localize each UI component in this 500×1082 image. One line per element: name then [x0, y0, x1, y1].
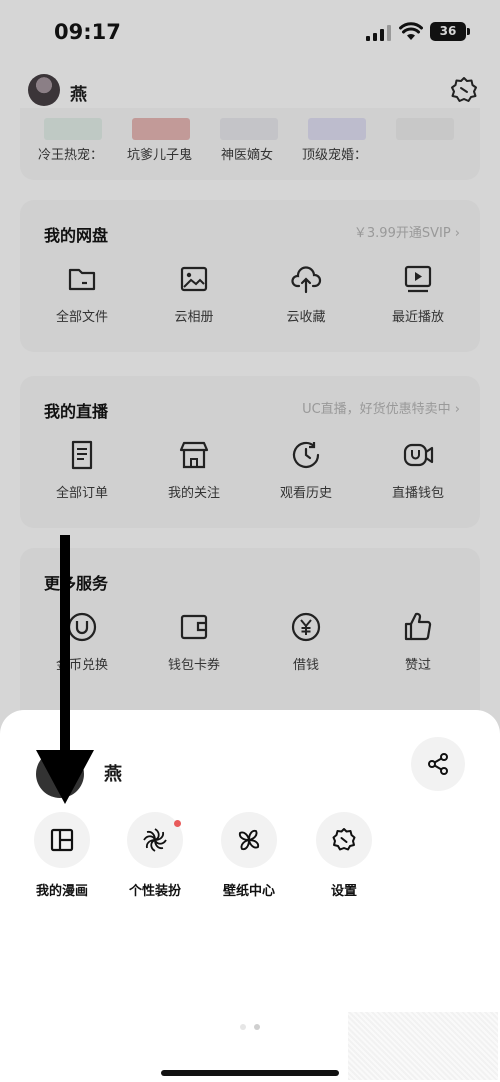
live-wallet-button[interactable]: 直播钱包 — [363, 438, 473, 501]
comic-panels-icon — [50, 828, 74, 852]
page-indicator-dot — [240, 1024, 246, 1030]
borrow-money-button[interactable]: 借钱 — [251, 610, 361, 673]
item-label: 我的关注 — [167, 486, 220, 501]
comic-thumbnail[interactable] — [396, 118, 454, 140]
item-label: 借钱 — [292, 658, 319, 673]
my-follows-button[interactable]: 我的关注 — [139, 438, 249, 501]
user-name[interactable]: 燕 — [70, 80, 87, 105]
wallpaper-icon-circle — [221, 812, 277, 868]
theme-knot-icon — [143, 828, 167, 852]
thumbs-up-icon — [404, 612, 432, 641]
settings-icon-circle — [316, 812, 372, 868]
status-bar: 09:17 36 — [0, 0, 500, 64]
pinwheel-icon — [238, 829, 260, 851]
new-badge-dot — [174, 820, 181, 827]
item-label: 全部订单 — [55, 486, 108, 501]
live-promo-link[interactable]: UC直播，好货优惠特卖中 › — [302, 398, 460, 417]
history-clock-icon — [292, 441, 320, 468]
comic-title[interactable]: 神医嫡女 — [221, 144, 273, 163]
item-label: 金币兑换 — [55, 658, 108, 673]
item-label: 云收藏 — [286, 310, 326, 325]
avatar[interactable] — [28, 74, 60, 106]
annotation-arrow-shaft — [60, 535, 70, 760]
all-orders-button[interactable]: 全部订单 — [27, 438, 137, 501]
comic-thumbnail[interactable] — [220, 118, 278, 140]
comic-title[interactable]: 冷王热宠： — [38, 144, 103, 163]
annotation-arrow-head — [36, 750, 94, 804]
action-label: 个性装扮 — [128, 884, 181, 899]
wifi-icon — [399, 22, 423, 40]
wallet-coupons-button[interactable]: 钱包卡券 — [139, 610, 249, 673]
item-label: 赞过 — [404, 658, 431, 673]
all-files-button[interactable]: 全部文件 — [27, 262, 137, 325]
settings-gear-icon[interactable] — [449, 75, 479, 105]
my-comics-icon-circle — [34, 812, 90, 868]
watermark-logo — [348, 1012, 498, 1080]
live-title: 我的直播 — [44, 402, 109, 421]
comic-thumbnail[interactable] — [132, 118, 190, 140]
item-label: 全部文件 — [55, 310, 108, 325]
watch-history-button[interactable]: 观看历史 — [251, 438, 361, 501]
personalize-icon-circle — [127, 812, 183, 868]
wallpaper-center-button[interactable]: 壁纸中心 — [204, 812, 294, 899]
my-comics-button[interactable]: 我的漫画 — [17, 812, 107, 899]
more-services-title: 更多服务 — [44, 574, 109, 593]
comic-title[interactable]: 顶级宠婚： — [302, 144, 367, 163]
share-icon — [428, 753, 448, 775]
netdisk-card: 我的网盘 ￥3.99开通SVIP › 全部文件 云相册 云收藏 最近播放 — [20, 200, 480, 352]
battery-icon: 36 — [430, 22, 470, 41]
item-label: 钱包卡券 — [167, 658, 220, 673]
live-camera-icon — [403, 443, 434, 467]
cellular-signal-icon — [366, 25, 391, 41]
page-indicator-dot-active — [254, 1024, 260, 1030]
recent-play-button[interactable]: 最近播放 — [363, 262, 473, 325]
coin-icon — [67, 612, 97, 642]
coin-exchange-button[interactable]: 金币兑换 — [27, 610, 137, 673]
live-card: 我的直播 UC直播，好货优惠特卖中 › 全部订单 我的关注 观看历史 直播钱包 — [20, 376, 480, 528]
action-label: 壁纸中心 — [222, 884, 275, 899]
cloud-favorites-button[interactable]: 云收藏 — [251, 262, 361, 325]
comic-thumbnail[interactable] — [44, 118, 102, 140]
wallet-icon — [180, 614, 208, 640]
netdisk-title: 我的网盘 — [44, 226, 109, 245]
folder-icon — [68, 268, 96, 291]
share-button[interactable] — [411, 737, 465, 791]
home-indicator[interactable] — [161, 1070, 339, 1076]
comic-title[interactable]: 坑爹儿子鬼 — [127, 144, 192, 163]
store-icon — [179, 441, 209, 469]
video-play-icon — [404, 265, 432, 293]
liked-button[interactable]: 赞过 — [363, 610, 473, 673]
cloud-album-button[interactable]: 云相册 — [139, 262, 249, 325]
settings-gear-icon — [332, 828, 356, 851]
comic-thumbnail[interactable] — [308, 118, 366, 140]
document-icon — [71, 440, 93, 470]
item-label: 直播钱包 — [391, 486, 444, 501]
status-time: 09:17 — [54, 20, 121, 44]
photo-icon — [180, 266, 208, 292]
personalize-button[interactable]: 个性装扮 — [110, 812, 200, 899]
settings-button[interactable]: 设置 — [299, 812, 389, 899]
cloud-upload-icon — [291, 266, 322, 294]
action-label: 设置 — [330, 884, 357, 899]
yuan-coin-icon — [291, 612, 321, 642]
svip-link[interactable]: ￥3.99开通SVIP › — [354, 222, 460, 241]
item-label: 最近播放 — [391, 310, 444, 325]
action-label: 我的漫画 — [35, 884, 88, 899]
item-label: 观看历史 — [279, 486, 332, 501]
sheet-user-name[interactable]: 燕 — [104, 760, 122, 786]
item-label: 云相册 — [174, 310, 214, 325]
